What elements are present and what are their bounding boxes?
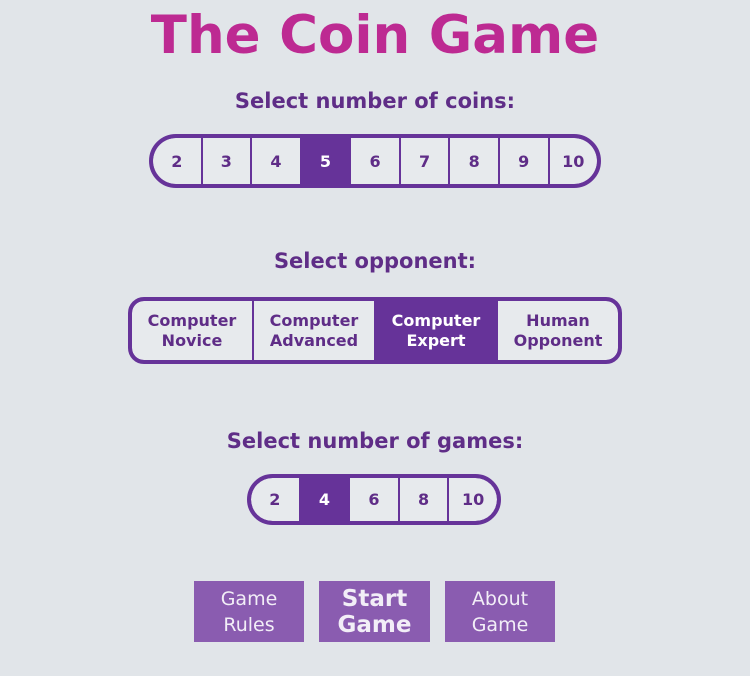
opponent-option-3[interactable]: Human Opponent bbox=[498, 301, 618, 360]
opponent-option-0[interactable]: Computer Novice bbox=[132, 301, 254, 360]
about-game-button[interactable]: About Game bbox=[445, 581, 555, 642]
button-label-line1: Game bbox=[220, 587, 278, 610]
opponent-selector[interactable]: Computer Novice Computer Advanced Computer Ex… bbox=[128, 297, 622, 364]
option-6[interactable]: 6 bbox=[350, 478, 400, 521]
button-label: Game Rules bbox=[221, 586, 278, 638]
opponent-section-label: Select opponent: bbox=[273, 249, 477, 273]
option-4[interactable]: 4 bbox=[252, 138, 302, 184]
button-label: About Game bbox=[472, 586, 529, 638]
opponent-option-2[interactable]: Computer Expert bbox=[376, 301, 498, 360]
opponent-option-1[interactable]: Computer Advanced bbox=[254, 301, 376, 360]
option-label: 4 bbox=[270, 151, 282, 171]
option-label: 10 bbox=[562, 151, 585, 171]
option-label-line2: Novice bbox=[161, 330, 223, 350]
button-label-line2: Rules bbox=[223, 613, 275, 636]
option-label: 3 bbox=[220, 151, 232, 171]
page-title: The Coin Game bbox=[150, 5, 600, 66]
option-label: 2 bbox=[171, 151, 183, 171]
option-label: 7 bbox=[419, 151, 431, 171]
button-label-line2: Game bbox=[471, 613, 529, 636]
option-label: 8 bbox=[468, 151, 480, 171]
game-count-selector[interactable]: 2 4 6 8 10 bbox=[247, 474, 501, 525]
button-label-line1: About bbox=[471, 587, 529, 610]
game-rules-button[interactable]: Game Rules bbox=[194, 581, 304, 642]
option-10[interactable]: 10 bbox=[449, 478, 497, 521]
option-3[interactable]: 3 bbox=[202, 138, 253, 184]
option-4[interactable]: 4 bbox=[300, 478, 351, 521]
option-label: Computer Expert bbox=[392, 311, 481, 351]
option-8[interactable]: 8 bbox=[399, 478, 450, 521]
option-label-line1: Computer bbox=[269, 310, 359, 330]
option-label: 2 bbox=[269, 490, 281, 509]
option-label: 6 bbox=[369, 151, 381, 171]
option-label: 10 bbox=[462, 490, 485, 509]
option-label: 9 bbox=[518, 151, 530, 171]
option-5[interactable]: 5 bbox=[301, 138, 352, 184]
option-label: Human Opponent bbox=[514, 311, 603, 351]
option-label: 8 bbox=[418, 490, 430, 509]
option-2[interactable]: 2 bbox=[153, 138, 203, 184]
option-label: 6 bbox=[368, 490, 380, 509]
option-2[interactable]: 2 bbox=[251, 478, 301, 521]
option-label-line1: Computer bbox=[147, 310, 237, 330]
option-8[interactable]: 8 bbox=[450, 138, 500, 184]
option-6[interactable]: 6 bbox=[351, 138, 401, 184]
games-section-label: Select number of games: bbox=[226, 429, 524, 453]
button-label-line2: Game bbox=[337, 611, 412, 638]
option-10[interactable]: 10 bbox=[549, 138, 597, 184]
option-label-line2: Opponent bbox=[513, 330, 603, 350]
coin-count-selector[interactable]: 2 3 4 5 6 7 8 9 10 bbox=[149, 134, 601, 188]
option-label-line1: Computer bbox=[391, 310, 481, 330]
option-label: Computer Novice bbox=[148, 311, 237, 351]
start-game-button[interactable]: Start Game bbox=[319, 581, 430, 642]
option-label: 5 bbox=[319, 151, 332, 171]
button-label: Start Game bbox=[338, 586, 412, 638]
option-label: Computer Advanced bbox=[270, 311, 359, 351]
option-label-line1: Human bbox=[526, 310, 590, 330]
option-label-line2: Expert bbox=[406, 330, 466, 350]
option-label: 4 bbox=[318, 490, 330, 509]
option-9[interactable]: 9 bbox=[499, 138, 550, 184]
option-7[interactable]: 7 bbox=[400, 138, 451, 184]
coins-section-label: Select number of coins: bbox=[234, 89, 516, 113]
button-label-line1: Start bbox=[341, 585, 408, 612]
option-label-line2: Advanced bbox=[269, 330, 359, 350]
